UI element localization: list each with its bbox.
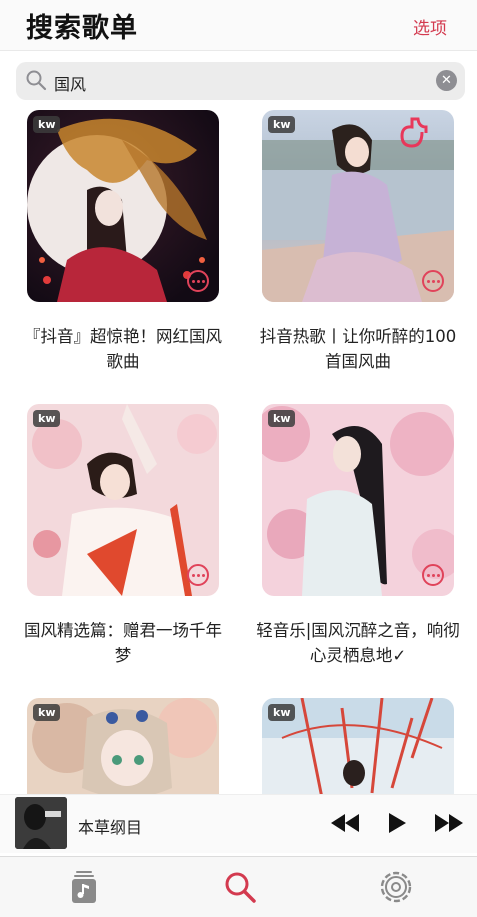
source-badge: kw xyxy=(268,704,296,721)
album-art-image xyxy=(15,797,67,849)
playlist-title: 轻音乐|国风沉醉之音，响彻心灵栖息地✓ xyxy=(256,621,460,665)
options-button[interactable]: 选项 xyxy=(413,14,447,39)
playlist-title: 『抖音』超惊艳！网红国风歌曲 xyxy=(24,327,222,371)
settings-gear-icon[interactable] xyxy=(378,869,414,905)
search-icon xyxy=(26,70,47,91)
playlist-cover[interactable]: kw xyxy=(27,698,219,794)
search-input[interactable]: 国风 xyxy=(54,71,86,95)
more-options-icon[interactable] xyxy=(422,270,444,292)
playlist-cover[interactable]: kw xyxy=(262,404,454,596)
playlist-cover[interactable]: kw xyxy=(27,404,219,596)
source-badge: kw xyxy=(33,116,61,133)
source-badge: kw xyxy=(33,704,61,721)
search-bar[interactable]: 国风 ✕ xyxy=(16,62,465,100)
clear-icon: ✕ xyxy=(441,73,452,88)
source-badge: kw xyxy=(268,410,296,427)
playlist-grid: kw 『抖音』超惊艳！网红国风歌曲 kw 抖音热歌丨让你听醉的100首国风曲 k… xyxy=(0,110,477,794)
play-icon[interactable] xyxy=(386,812,408,834)
source-badge: kw xyxy=(268,116,296,133)
tab-bar xyxy=(0,856,477,917)
music-library-icon[interactable] xyxy=(66,869,102,905)
source-badge: kw xyxy=(33,410,61,427)
next-icon[interactable] xyxy=(434,812,464,834)
previous-icon[interactable] xyxy=(330,812,360,834)
search-tab-icon[interactable] xyxy=(222,869,258,905)
playlist-cover[interactable]: kw xyxy=(262,110,454,302)
clear-search-button[interactable]: ✕ xyxy=(436,70,457,91)
playlist-cover[interactable]: kw xyxy=(27,110,219,302)
mini-player[interactable]: 本草纲目 xyxy=(0,794,477,853)
page-title: 搜索歌单 xyxy=(26,13,138,44)
more-options-icon[interactable] xyxy=(187,270,209,292)
playlist-cover[interactable]: kw xyxy=(262,698,454,794)
header-bar: 搜索歌单 选项 xyxy=(0,0,477,51)
track-title: 本草纲目 xyxy=(78,818,143,837)
album-art[interactable] xyxy=(15,797,67,849)
playlist-title: 国风精选篇：赠君一场千年梦 xyxy=(24,621,222,665)
more-options-icon[interactable] xyxy=(187,564,209,586)
more-options-icon[interactable] xyxy=(422,564,444,586)
playlist-title: 抖音热歌丨让你听醉的100首国风曲 xyxy=(259,327,457,371)
